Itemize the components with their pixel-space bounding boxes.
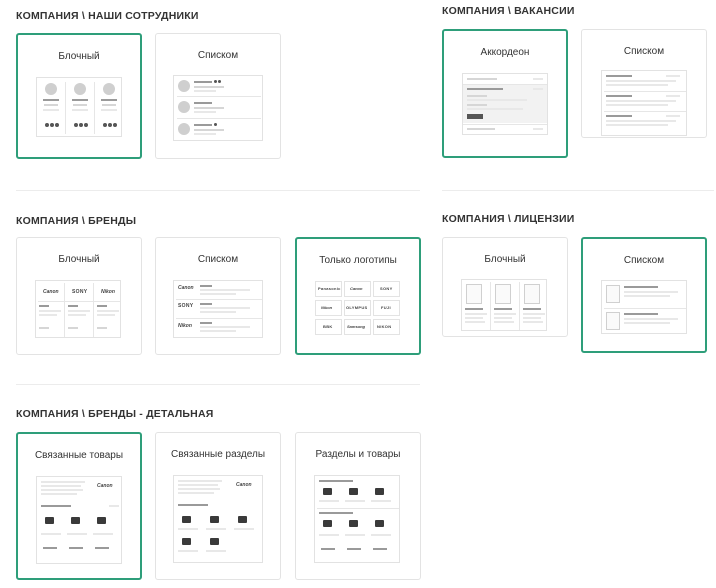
brand-logo: NIKON <box>377 324 392 329</box>
option-label: Связанные разделы <box>170 449 266 460</box>
preview-related-sections: Canon <box>173 475 263 563</box>
brand-logo: FUJI <box>381 305 391 310</box>
preview-brands-logos: Panasonic Canon SONY Nikon OLYMPUS FUJI … <box>315 281 401 337</box>
preview-staff-block <box>36 77 122 137</box>
preview-staff-list <box>173 75 263 141</box>
brand-logo: SONY <box>178 303 194 309</box>
brand-logo: Panasonic <box>318 286 341 291</box>
preview-brands-block: Canon SONY Nikon <box>35 280 121 338</box>
option-vacancies-accordion[interactable]: Аккордеон <box>442 29 568 158</box>
option-label: Списком <box>623 255 665 266</box>
preview-vacancies-accordion <box>462 73 548 135</box>
option-label: Списком <box>623 46 665 57</box>
option-label: Блочный <box>58 254 100 265</box>
option-label: Только логотипы <box>319 255 397 266</box>
brand-logo: Nikon <box>101 289 115 295</box>
brand-logo: Canon <box>350 286 363 291</box>
brand-logo: Canon <box>97 483 113 489</box>
option-label: Списком <box>197 50 239 61</box>
preview-sections-and-products <box>314 475 400 563</box>
brand-logo: Canon <box>178 285 194 291</box>
option-vacancies-list[interactable]: Списком <box>581 29 707 138</box>
option-label: Связанные товары <box>34 450 124 461</box>
option-label: Блочный <box>58 51 100 62</box>
brand-logo: Nikon <box>178 323 192 329</box>
section-divider <box>16 190 420 191</box>
section-title-vacancies: КОМПАНИЯ \ ВАКАНСИИ <box>442 5 575 17</box>
option-label: Разделы и товары <box>315 449 401 460</box>
brand-logo: Samsung <box>347 324 366 329</box>
section-title-licenses: КОМПАНИЯ \ ЛИЦЕНЗИИ <box>442 213 575 225</box>
option-staff-list[interactable]: Списком <box>155 33 281 159</box>
brand-logo: BBK <box>323 324 333 329</box>
brand-logo: OLYMPUS <box>346 305 368 310</box>
option-brands-block[interactable]: Блочный Canon SONY Nikon <box>16 237 142 355</box>
option-brand-detail-sections-and-products[interactable]: Разделы и товары <box>295 432 421 580</box>
option-licenses-block[interactable]: Блочный <box>442 237 568 337</box>
option-brand-detail-related-sections[interactable]: Связанные разделы Canon <box>155 432 281 580</box>
preview-licenses-block <box>461 279 547 331</box>
section-title-brand-detail: КОМПАНИЯ \ БРЕНДЫ - ДЕТАЛЬНАЯ <box>16 408 214 420</box>
section-title-staff: КОМПАНИЯ \ НАШИ СОТРУДНИКИ <box>16 10 199 22</box>
section-divider <box>16 384 420 385</box>
option-label: Блочный <box>484 254 526 265</box>
option-label: Списком <box>197 254 239 265</box>
option-label: Аккордеон <box>480 47 530 58</box>
brand-logo: Canon <box>43 289 59 295</box>
brand-logo: SONY <box>380 286 393 291</box>
preview-vacancies-list <box>601 70 687 136</box>
preview-related-products: Canon <box>36 476 122 564</box>
option-brand-detail-related-products[interactable]: Связанные товары Canon <box>16 432 142 580</box>
option-brands-list[interactable]: Списком Canon SONY Nikon <box>155 237 281 355</box>
preview-brands-list: Canon SONY Nikon <box>173 280 263 338</box>
option-brands-logos-only[interactable]: Только логотипы Panasonic Canon SONY Nik… <box>295 237 421 355</box>
option-licenses-list[interactable]: Списком <box>581 237 707 353</box>
section-title-brands: КОМПАНИЯ \ БРЕНДЫ <box>16 215 137 227</box>
brand-logo: SONY <box>72 289 88 295</box>
brand-logo: Canon <box>236 482 252 488</box>
preview-licenses-list <box>601 280 687 334</box>
brand-logo: Nikon <box>321 305 333 310</box>
option-staff-block[interactable]: Блочный <box>16 33 142 159</box>
section-divider <box>442 190 714 191</box>
